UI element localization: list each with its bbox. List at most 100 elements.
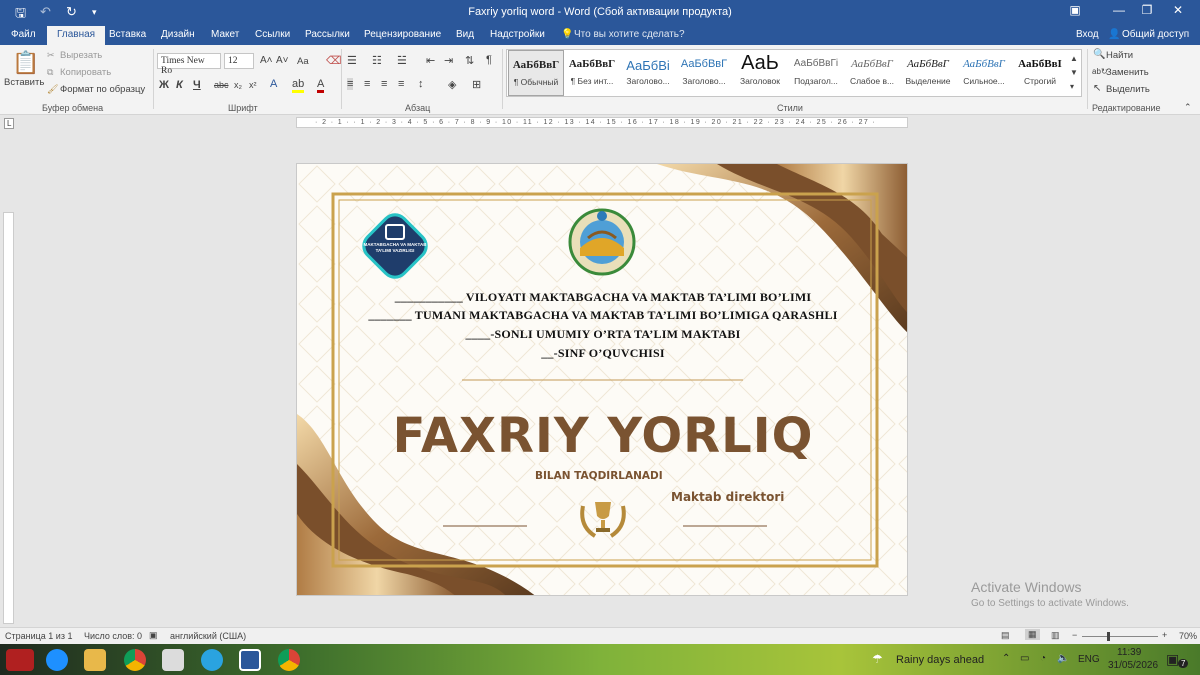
zoom-out-icon[interactable]: − [1072,630,1077,640]
edge-icon[interactable] [46,649,68,671]
web-layout-icon[interactable]: ▥ [1051,630,1060,641]
decrease-indent-icon[interactable]: ⇤ [426,54,435,67]
minimize-button[interactable]: — [1104,3,1134,17]
ribbon-options-button[interactable]: ▣ [1060,3,1090,17]
change-case-button[interactable]: Aa [297,56,309,67]
sort-icon[interactable]: ⇅ [465,54,474,67]
select-icon[interactable]: ↖ [1093,83,1101,94]
share-button[interactable]: Общий доступ [1122,29,1189,40]
select-button[interactable]: Выделить [1106,84,1150,95]
borders-icon[interactable]: ⊞ [472,78,481,91]
chrome-icon[interactable] [124,649,146,671]
bold-button[interactable]: Ж [159,79,169,91]
proofing-icon[interactable]: ▣ [149,630,158,641]
shading-icon[interactable]: ◈ [448,78,456,91]
find-icon[interactable]: 🔍 [1093,49,1105,60]
styles-scroll-down-icon[interactable]: ▼ [1070,68,1078,77]
telegram-icon[interactable] [201,649,223,671]
tab-insert[interactable]: Вставка [109,29,146,40]
show-marks-icon[interactable]: ¶ [486,54,492,66]
strikethrough-icon[interactable]: abc [214,80,229,90]
chrome-icon-2[interactable] [278,649,300,671]
increase-indent-icon[interactable]: ⇥ [444,54,453,67]
paste-icon[interactable]: 📋 [12,50,39,76]
document-page[interactable]: MAKTABGACHA VA MAKTAB TA’LIMI VAZIRLIGI … [296,163,908,596]
style-intense-emphasis[interactable]: АаБбВвГ Сильное... [956,50,1012,96]
volume-icon[interactable]: 🔈 [1057,653,1069,664]
copy-button[interactable]: Копировать [60,67,111,78]
format-painter-button[interactable]: Формат по образцу [60,84,145,95]
share-icon[interactable]: 👤 [1108,29,1120,40]
input-language[interactable]: ENG [1078,654,1100,665]
grow-font-icon[interactable]: A˄ [260,55,273,66]
font-name-select[interactable]: Times New Ro [157,53,221,76]
justify-icon[interactable]: ≡ [398,78,404,90]
styles-scroll-up-icon[interactable]: ▲ [1070,54,1078,63]
tab-file[interactable]: Файл [11,29,36,40]
collapse-ribbon-icon[interactable]: ⌃ [1184,102,1192,113]
start-logo-icon[interactable] [6,649,34,671]
tell-me-icon[interactable]: 💡 [561,29,573,40]
tab-view[interactable]: Вид [456,29,474,40]
print-layout-icon[interactable]: ▦ [1025,629,1040,640]
tab-addins[interactable]: Надстройки [490,29,545,40]
style-heading-2[interactable]: АаБбВвГ Заголово... [676,50,732,96]
font-size-select[interactable]: 12 [224,53,254,69]
style-subtle-emphasis[interactable]: АаБбВвГ Слабое в... [844,50,900,96]
font-color-icon[interactable]: A [317,78,325,93]
text-effects-icon[interactable]: A [270,78,277,90]
page-count[interactable]: Страница 1 из 1 [5,631,72,641]
underline-button[interactable]: Ч [193,79,201,91]
clock-date[interactable]: 31/05/2026 [1108,660,1158,671]
wifi-icon[interactable]: ◔ [1040,653,1046,664]
style-strong[interactable]: АаБбВвІ Строгий [1012,50,1068,96]
style-emphasis[interactable]: АаБбВвГ Выделение [900,50,956,96]
tab-selector-icon[interactable]: L [4,118,15,129]
zoom-slider-thumb[interactable] [1107,632,1110,641]
tab-mailings[interactable]: Рассылки [305,29,350,40]
tab-home[interactable]: Главная [47,26,106,45]
vertical-ruler[interactable] [3,212,14,624]
clear-format-icon[interactable]: ⌫ [326,54,342,67]
tab-review[interactable]: Рецензирование [364,29,441,40]
clock-time[interactable]: 11:39 [1117,647,1141,658]
shrink-font-icon[interactable]: A˅ [276,55,289,66]
language-indicator[interactable]: английский (США) [170,631,246,641]
weather-text[interactable]: Rainy days ahead [896,654,984,666]
read-mode-icon[interactable]: ▤ [1001,630,1010,641]
copy-icon[interactable]: ⧉ [47,67,53,78]
tell-me-input[interactable]: Что вы хотите сделать? [574,29,685,40]
style-subtitle[interactable]: АаБбВвГі Подзагол... [788,50,844,96]
file-explorer-icon[interactable] [84,649,106,671]
paste-button[interactable]: Вставить [4,77,44,88]
align-left-icon[interactable]: ≡ [347,78,354,90]
style-normal[interactable]: АаБбВвГ ¶ Обычный [508,50,564,96]
zoom-slider[interactable] [1082,636,1158,637]
close-button[interactable]: ✕ [1163,3,1193,17]
format-painter-icon[interactable]: 🖌 [47,84,58,95]
style-heading-1[interactable]: АаБбВі Заголово... [620,50,676,96]
style-title[interactable]: АаЬ Заголовок [732,50,788,96]
numbering-icon[interactable]: ☷ [372,54,382,67]
style-no-spacing[interactable]: АаБбВвГ ¶ Без инт... [564,50,620,96]
subscript-icon[interactable]: x₂ [234,80,242,90]
word-taskbar-icon[interactable] [239,649,261,671]
find-button[interactable]: Найти [1106,50,1133,61]
horizontal-ruler[interactable]: · 2 · 1 · · 1 · 2 · 3 · 4 · 5 · 6 · 7 · … [296,117,908,128]
multilevel-list-icon[interactable]: ☱ [397,54,407,67]
line-spacing-icon[interactable]: ↕ [418,78,424,90]
align-right-icon[interactable]: ≡ [381,78,387,90]
cut-button[interactable]: Вырезать [60,50,102,61]
align-center-icon[interactable]: ≡ [364,78,370,90]
restore-button[interactable]: ❐ [1132,3,1162,17]
tab-design[interactable]: Дизайн [161,29,195,40]
styles-more-icon[interactable]: ▾ [1070,82,1074,91]
zoom-level[interactable]: 70% [1179,631,1197,641]
replace-button[interactable]: Заменить [1106,67,1149,78]
zoom-in-icon[interactable]: + [1162,630,1167,640]
notification-icon[interactable]: ▣ [1166,651,1179,668]
weather-icon[interactable]: ☂ [872,652,883,666]
printer-icon[interactable] [162,649,184,671]
superscript-icon[interactable]: x² [249,80,257,90]
tab-references[interactable]: Ссылки [255,29,290,40]
